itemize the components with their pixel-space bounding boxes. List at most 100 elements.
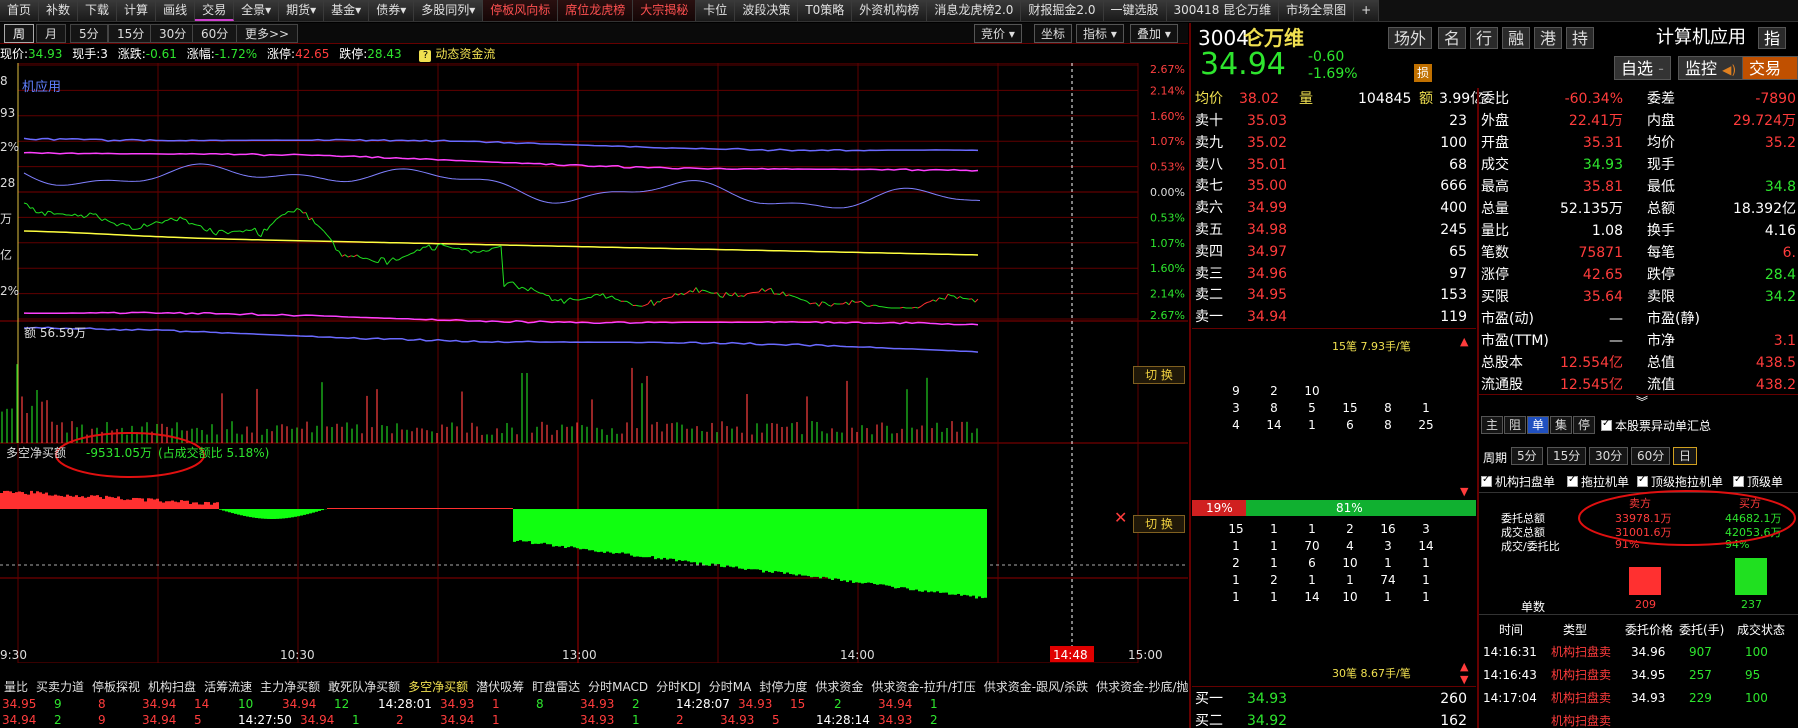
table-cell[interactable]: 907 <box>1689 640 1712 664</box>
order-tab[interactable]: 单 <box>1527 416 1550 434</box>
table-cell[interactable]: 100 <box>1745 640 1768 664</box>
table-cell[interactable]: 229 <box>1689 686 1712 710</box>
bid-level[interactable]: 买二 34.92 162 <box>1195 710 1475 728</box>
stock-tag-button[interactable]: 融 <box>1502 27 1531 49</box>
intraday-chart[interactable]: 2.67% 2.14% 1.60% 1.07% 0.53% 0.00% 0.53% 1.07%… <box>0 63 1188 663</box>
order-period-tab[interactable]: 日 <box>1673 447 1698 465</box>
table-cell[interactable]: 257 <box>1689 663 1712 687</box>
table-cell[interactable]: 机构扫盘卖 <box>1551 686 1611 710</box>
table-cell[interactable]: 14:16:31 <box>1483 640 1537 664</box>
order-tab[interactable]: 集 <box>1550 416 1573 434</box>
table-cell[interactable]: 机构扫盘卖 <box>1551 640 1611 664</box>
period-tab[interactable]: 5分 <box>70 24 108 43</box>
nav-item[interactable]: 卡位 <box>696 0 736 21</box>
indicator-tab[interactable]: 分时MA <box>705 680 756 694</box>
nav-item[interactable]: 期货▾ <box>279 0 325 21</box>
order-period-tab[interactable]: 15分 <box>1547 447 1587 465</box>
nav-item[interactable]: 画线 <box>156 0 196 21</box>
indicator-tab[interactable]: 供求资金-抄底/抛压 <box>1092 680 1188 694</box>
ask-level[interactable]: 卖八 35.01 68 <box>1195 154 1475 176</box>
scroll-up-icon[interactable]: ▲ <box>1460 335 1468 348</box>
trade-button[interactable]: 交易 <box>1742 56 1798 80</box>
abnormal-summary-toggle[interactable]: 本股票异动单汇总 <box>1601 417 1711 434</box>
index-button[interactable]: 指 <box>1758 27 1787 49</box>
table-cell[interactable]: 34.95 <box>1631 663 1665 687</box>
nav-item[interactable]: 市场全景图 <box>1279 0 1355 21</box>
stock-tag-button[interactable]: 名 <box>1438 27 1467 49</box>
period-tab[interactable]: 月 <box>36 24 67 43</box>
indicator-tab[interactable]: 敢死队净买额 <box>324 680 404 694</box>
order-period-tab[interactable]: 60分 <box>1631 447 1671 465</box>
fund-flow-link[interactable]: 动态资金流 <box>435 47 495 61</box>
nav-item[interactable]: 全景▾ <box>234 0 280 21</box>
switch-button-volume[interactable]: 切 换 <box>1133 366 1185 384</box>
indicator-tab[interactable]: 供求资金-拉升/打压 <box>867 680 979 694</box>
order-tab[interactable]: 阻 <box>1504 416 1527 434</box>
ask-level[interactable]: 卖一 34.94 119 <box>1195 306 1475 328</box>
close-icon[interactable]: ✕ <box>1114 510 1127 526</box>
scroll-down-icon-2[interactable]: ▼ <box>1460 673 1468 686</box>
expand-icon[interactable]: ︾ <box>1636 393 1648 410</box>
indicator-tab[interactable]: 主力净买额 <box>256 680 324 694</box>
nav-item[interactable]: 大宗揭秘 <box>633 0 697 21</box>
nav-item[interactable]: + <box>1354 0 1380 21</box>
ask-level[interactable]: 卖六 34.99 400 <box>1195 197 1475 219</box>
period-tab[interactable]: 60分 <box>192 24 238 43</box>
nav-item[interactable]: 计算 <box>117 0 157 21</box>
bid-level[interactable]: 买一 34.93 260 <box>1195 688 1475 710</box>
indicator-dropdown[interactable]: 指标 ▾ <box>1076 24 1124 43</box>
indicator-tab[interactable]: 盯盘雷达 <box>528 680 584 694</box>
nav-item[interactable]: 补数 <box>39 0 79 21</box>
nav-item[interactable]: 下载 <box>78 0 118 21</box>
indicator-tab[interactable]: 分时KDJ <box>652 680 705 694</box>
nav-item[interactable]: 多股同列▾ <box>414 0 484 21</box>
scroll-up-icon-2[interactable]: ▲ <box>1460 660 1468 673</box>
ask-level[interactable]: 卖四 34.97 65 <box>1195 241 1475 263</box>
order-filter-checkbox[interactable]: 机构扫盘单 <box>1481 473 1555 490</box>
indicator-tab[interactable]: 买卖力道 <box>32 680 88 694</box>
order-tab[interactable]: 主 <box>1481 416 1504 434</box>
nav-item[interactable]: 首页 <box>0 0 40 21</box>
nav-item[interactable]: 消息龙虎榜2.0 <box>927 0 1022 21</box>
switch-button-net[interactable]: 切 换 <box>1133 515 1185 533</box>
ask-level[interactable]: 卖七 35.00 666 <box>1195 175 1475 197</box>
auction-dropdown[interactable]: 竞价 ▾ <box>974 24 1022 43</box>
order-tab[interactable]: 停 <box>1573 416 1596 434</box>
table-cell[interactable]: 机构扫盘卖 <box>1551 709 1611 728</box>
stock-tag-button[interactable]: 港 <box>1534 27 1563 49</box>
indicator-tab[interactable]: 量比 <box>0 680 32 694</box>
help-icon[interactable]: ? <box>419 50 432 62</box>
table-cell[interactable]: 14:16:43 <box>1483 663 1537 687</box>
ask-level[interactable]: 卖十 35.03 23 <box>1195 110 1475 132</box>
stock-tag-button[interactable]: 场外 <box>1388 27 1433 49</box>
table-cell[interactable]: 14:17:04 <box>1483 686 1537 710</box>
period-tab[interactable]: 更多>> <box>236 24 299 43</box>
indicator-tab[interactable]: 潜伏吸筹 <box>472 680 528 694</box>
indicator-tab[interactable]: 机构扫盘 <box>144 680 200 694</box>
nav-item[interactable]: 停板风向标 <box>483 0 559 21</box>
nav-item[interactable]: 席位龙虎榜 <box>558 0 634 21</box>
monitor-button[interactable]: 监控 ◀) <box>1678 56 1744 80</box>
nav-item[interactable]: 债券▾ <box>369 0 415 21</box>
indicator-tab[interactable]: 封停力度 <box>755 680 811 694</box>
table-cell[interactable]: 100 <box>1745 686 1768 710</box>
table-cell[interactable]: 34.96 <box>1631 640 1665 664</box>
nav-item[interactable]: 波段决策 <box>735 0 799 21</box>
indicator-tab[interactable]: 供求资金-跟风/杀跌 <box>980 680 1092 694</box>
nav-item[interactable]: 交易 <box>195 0 235 21</box>
period-tab[interactable]: 周 <box>4 24 35 43</box>
order-period-tab[interactable]: 30分 <box>1589 447 1629 465</box>
nav-item[interactable]: 财报掘金2.0 <box>1021 0 1104 21</box>
period-tab[interactable]: 15分 <box>108 24 154 43</box>
indicator-tab[interactable]: 多空净买额 <box>404 680 472 694</box>
indicator-tab[interactable]: 活筹流速 <box>200 680 256 694</box>
period-tab[interactable]: 30分 <box>150 24 196 43</box>
nav-item[interactable]: 一键选股 <box>1103 0 1167 21</box>
nav-item[interactable]: 外资机构榜 <box>852 0 928 21</box>
nav-item[interactable]: 300418 昆仑万维 <box>1166 0 1280 21</box>
nav-item[interactable]: T0策略 <box>798 0 853 21</box>
stock-tag-button[interactable]: 行 <box>1470 27 1499 49</box>
overlay-dropdown[interactable]: 叠加 ▾ <box>1130 24 1178 43</box>
indicator-tab[interactable]: 停板探视 <box>88 680 144 694</box>
nav-item[interactable]: 基金▾ <box>324 0 370 21</box>
